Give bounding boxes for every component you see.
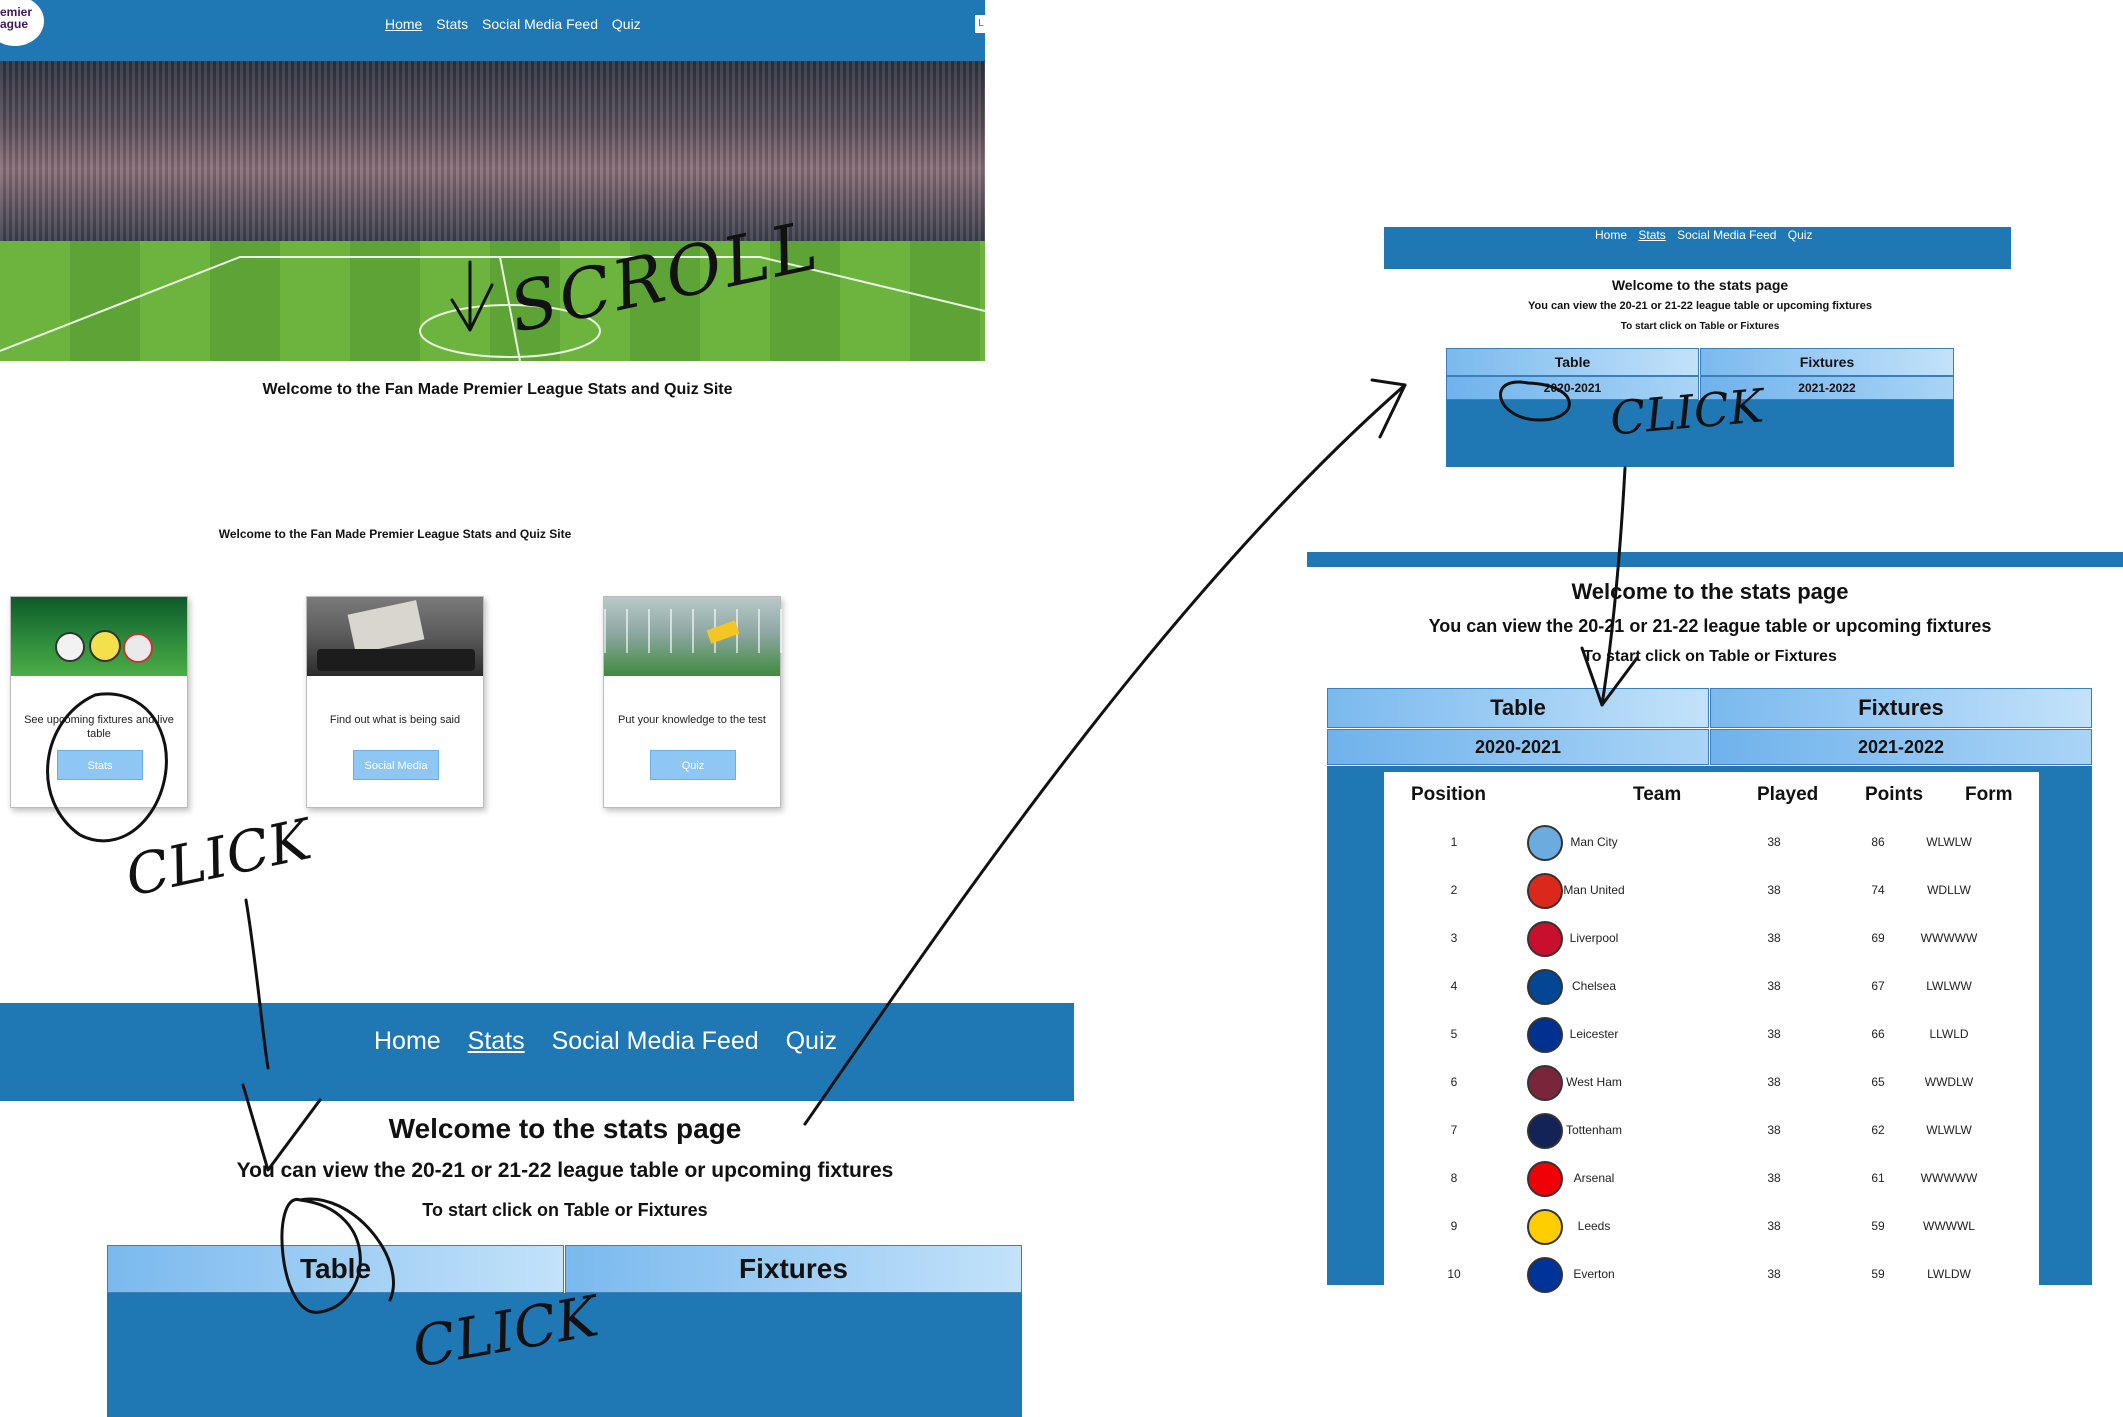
annotation-strokes [46, 260, 1639, 1314]
